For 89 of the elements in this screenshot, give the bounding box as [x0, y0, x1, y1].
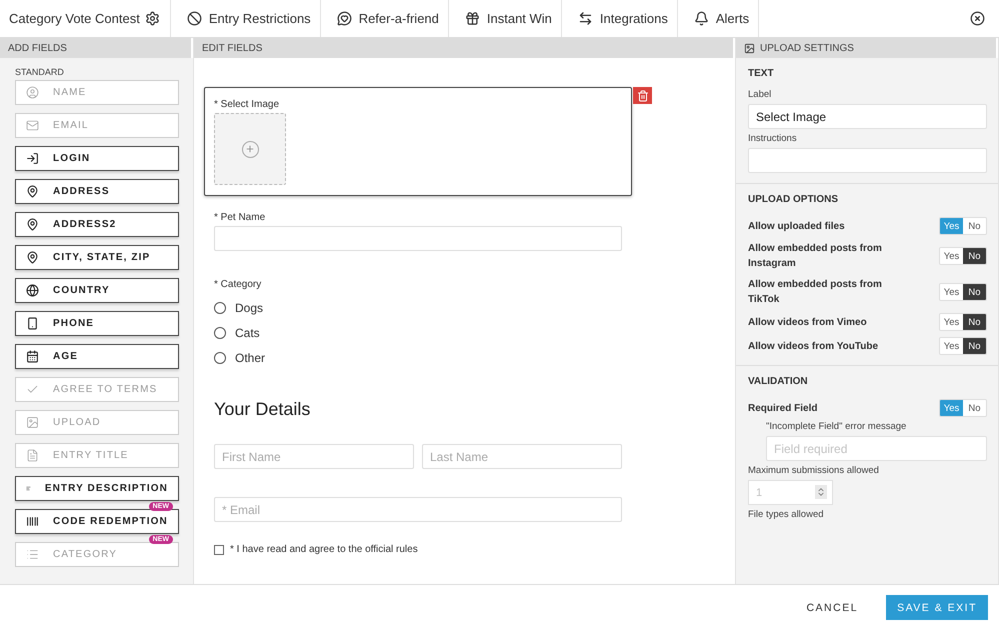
field-label: * Pet Name — [214, 212, 266, 223]
field-item[interactable]: COUNTRY — [15, 278, 179, 303]
email-input[interactable]: * Email — [214, 497, 622, 522]
arrows-icon — [578, 11, 593, 26]
document-icon — [26, 449, 39, 462]
field-item[interactable]: CODE REDEMPTION — [15, 509, 179, 534]
section-heading: Your Details — [214, 399, 312, 420]
nav-tab[interactable]: Refer-a-friend — [320, 0, 449, 37]
instructions-input[interactable] — [748, 148, 987, 173]
field-item[interactable]: LOGIN — [15, 146, 179, 171]
yes-option[interactable]: Yes — [940, 248, 963, 264]
image-icon — [744, 42, 755, 54]
section-title: UPLOAD OPTIONS — [748, 194, 840, 205]
yes-option[interactable]: Yes — [940, 338, 963, 354]
error-message-input[interactable]: Field required — [766, 436, 987, 461]
option-label: Allow embedded posts from TikTok — [748, 278, 883, 307]
radio-option[interactable]: Other — [214, 351, 735, 365]
pin-icon — [26, 218, 39, 231]
field-caption: Instructions — [748, 133, 798, 144]
image-icon — [26, 416, 39, 429]
last-name-input[interactable]: Last Name — [422, 444, 622, 469]
first-name-input[interactable]: First Name — [214, 444, 414, 469]
field-caption: Label — [748, 89, 772, 100]
no-entry-icon — [186, 11, 202, 26]
no-option[interactable]: No — [963, 218, 986, 234]
selected-field-card[interactable]: * Select Image — [204, 87, 632, 196]
close-icon — [970, 11, 985, 26]
pin-icon — [26, 251, 39, 264]
barcode-icon — [26, 515, 39, 528]
yes-no-toggle[interactable]: Yes No — [939, 247, 987, 265]
agree-checkbox-row[interactable]: * I have read and agree to the official rules — [214, 544, 735, 555]
field-caption: "Incomplete Field" error message — [766, 421, 908, 432]
field-label: * Category — [214, 279, 262, 290]
field-label: * Select Image — [214, 99, 280, 110]
field-item[interactable]: PHONE — [15, 311, 179, 336]
yes-no-toggle[interactable]: Yes No — [939, 337, 987, 355]
cancel-button[interactable]: CANCEL — [790, 594, 874, 622]
section-title: TEXT — [748, 68, 775, 79]
field-item[interactable]: AGE — [15, 344, 179, 369]
option-label: Allow videos from YouTube — [748, 340, 880, 354]
globe-icon — [26, 284, 39, 297]
calendar-icon — [26, 350, 39, 363]
section-label: STANDARD — [14, 66, 65, 79]
section-title: VALIDATION — [748, 376, 809, 387]
checkbox[interactable] — [214, 544, 224, 554]
field-item[interactable]: ADDRESS2 — [15, 212, 179, 237]
option-label: Allow uploaded files — [748, 220, 846, 234]
settings-icon[interactable] — [144, 11, 160, 26]
field-item[interactable]: ADDRESS — [15, 179, 179, 204]
field-item[interactable]: CITY, STATE, ZIP — [15, 245, 179, 270]
spinner-icon[interactable] — [815, 485, 827, 499]
pet-name-input[interactable] — [214, 226, 622, 251]
chat-heart-icon — [336, 11, 352, 26]
option-label: Allow embedded posts from Instagram — [748, 242, 883, 271]
max-submissions-input[interactable]: 1 — [748, 480, 833, 505]
yes-no-toggle[interactable]: Yes No — [939, 313, 987, 331]
bell-icon — [694, 11, 709, 26]
yes-option[interactable]: Yes — [940, 314, 963, 330]
column-title: UPLOAD SETTINGS — [760, 42, 854, 54]
no-option[interactable]: No — [963, 400, 986, 416]
contest-title: Category Vote Contest — [9, 11, 140, 26]
option-label: Allow videos from Vimeo — [748, 316, 868, 330]
no-option[interactable]: No — [963, 248, 986, 264]
no-option[interactable]: No — [963, 314, 986, 330]
phone-icon — [26, 317, 39, 330]
add-icon — [242, 140, 258, 158]
column-header: ADD FIELDS — [0, 38, 193, 58]
field-caption: Maximum submissions allowed — [748, 465, 880, 476]
radio-option[interactable]: Dogs — [214, 301, 735, 315]
no-option[interactable]: No — [963, 284, 986, 300]
yes-no-toggle[interactable]: Yes No — [939, 217, 987, 235]
field-item[interactable]: ENTRY DESCRIPTION — [15, 476, 179, 501]
envelope-icon — [26, 119, 39, 132]
user-icon — [26, 86, 39, 99]
column-header: EDIT FIELDS — [194, 38, 735, 58]
delete-button[interactable] — [633, 87, 652, 104]
option-label: Required Field — [748, 402, 818, 416]
field-caption: File types allowed — [748, 509, 825, 520]
label-input[interactable]: Select Image — [748, 104, 987, 129]
gift-icon — [464, 11, 480, 26]
yes-option[interactable]: Yes — [940, 284, 963, 300]
yes-no-toggle[interactable]: Yes No — [939, 399, 987, 417]
agree-label: * I have read and agree to the official rules — [230, 544, 418, 555]
radio-option[interactable]: Cats — [214, 326, 735, 340]
pin-icon — [26, 185, 39, 198]
trash-icon — [636, 90, 648, 102]
yes-no-toggle[interactable]: Yes No — [939, 283, 987, 301]
no-option[interactable]: No — [963, 338, 986, 354]
login-icon — [26, 152, 39, 165]
